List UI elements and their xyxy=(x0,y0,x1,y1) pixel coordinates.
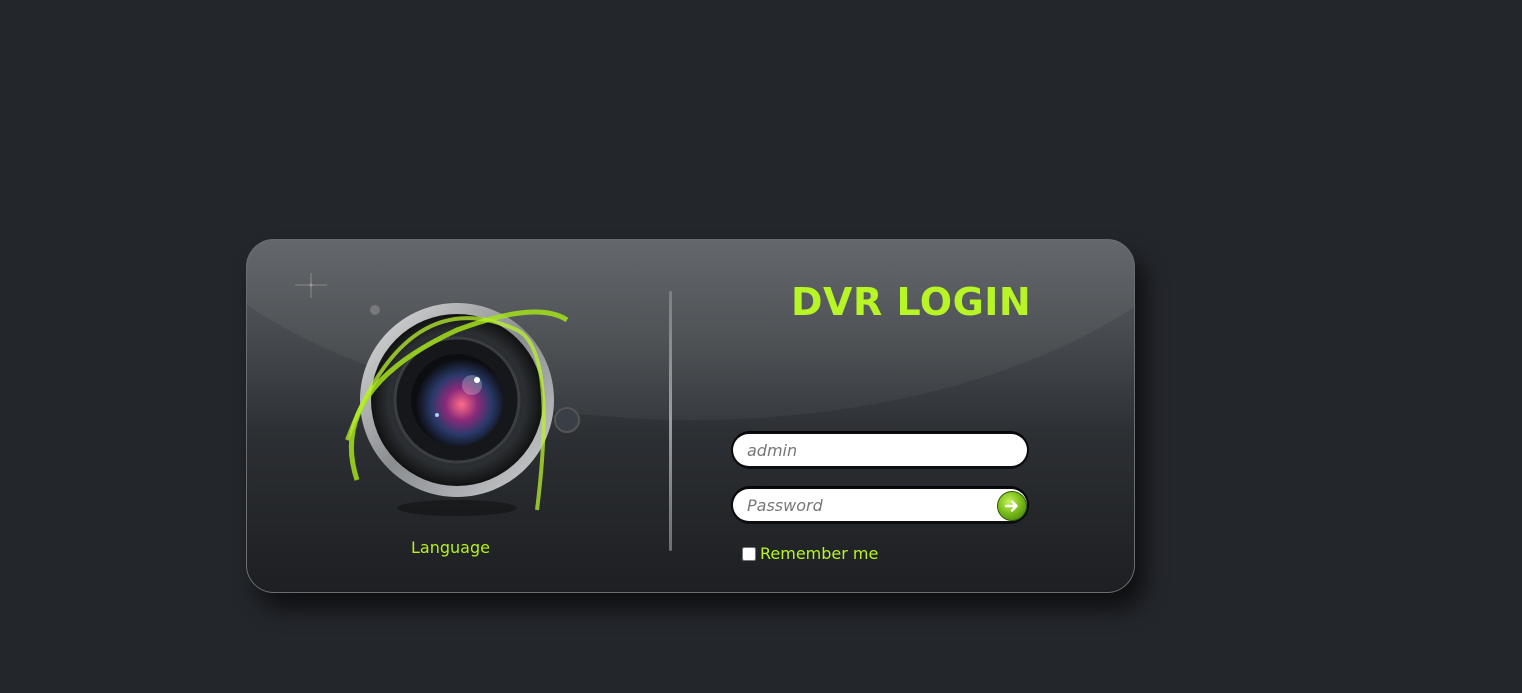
remember-me-label[interactable]: Remember me xyxy=(760,544,878,563)
login-panel: Language DVR LOGIN Remember me xyxy=(246,239,1135,593)
remember-me-row: Remember me xyxy=(742,544,878,563)
page-title: DVR LOGIN xyxy=(791,280,1032,324)
password-input[interactable] xyxy=(733,489,1027,521)
language-link[interactable]: Language xyxy=(411,538,490,557)
camera-lens-logo xyxy=(295,273,580,516)
remember-me-checkbox[interactable] xyxy=(742,546,756,561)
username-input[interactable] xyxy=(733,434,1027,466)
panel-divider xyxy=(669,291,672,551)
username-field-wrapper xyxy=(731,431,1029,469)
login-submit-button[interactable] xyxy=(997,491,1027,521)
password-field-wrapper xyxy=(731,486,1029,524)
arrow-right-icon xyxy=(1004,500,1018,512)
